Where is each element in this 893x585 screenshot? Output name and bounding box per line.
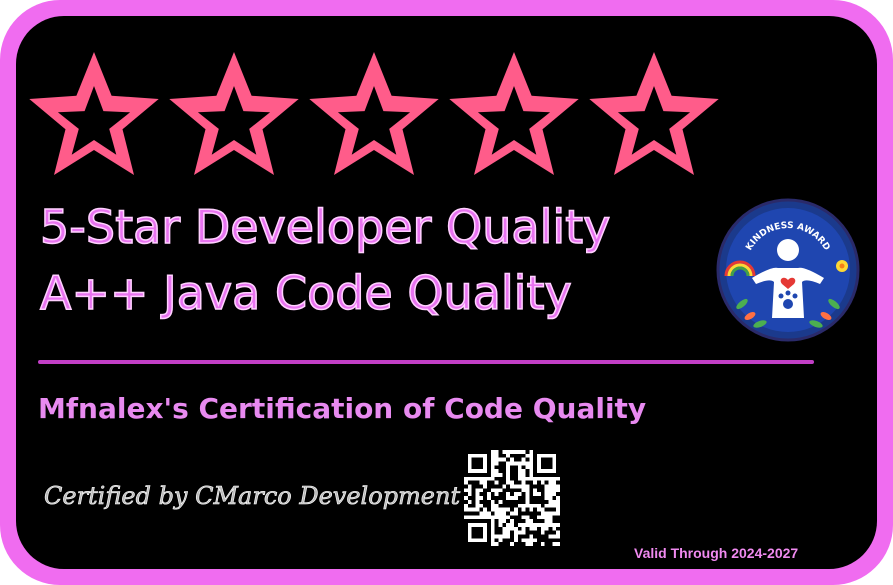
divider xyxy=(38,360,814,364)
star-icon xyxy=(444,44,584,184)
headline-line-2: A++ Java Code Quality xyxy=(39,265,572,321)
star-rating xyxy=(24,44,724,184)
star-icon xyxy=(304,44,444,184)
star-icon xyxy=(24,44,164,184)
star-icon xyxy=(584,44,724,184)
star-icon xyxy=(164,44,304,184)
certificate-card: 5-Star Developer Quality A++ Java Code Q… xyxy=(0,0,893,585)
certified-by-signature: Certified by CMarco Development xyxy=(44,482,461,511)
certification-title: Mfnalex's Certification of Code Quality xyxy=(38,392,647,425)
valid-through-text: Valid Through 2024-2027 xyxy=(634,545,799,561)
kindness-award-badge-icon: KINDNESS AWARD xyxy=(712,194,864,346)
headline-line-1: 5-Star Developer Quality xyxy=(39,199,611,255)
qr-code-icon[interactable] xyxy=(464,450,560,546)
